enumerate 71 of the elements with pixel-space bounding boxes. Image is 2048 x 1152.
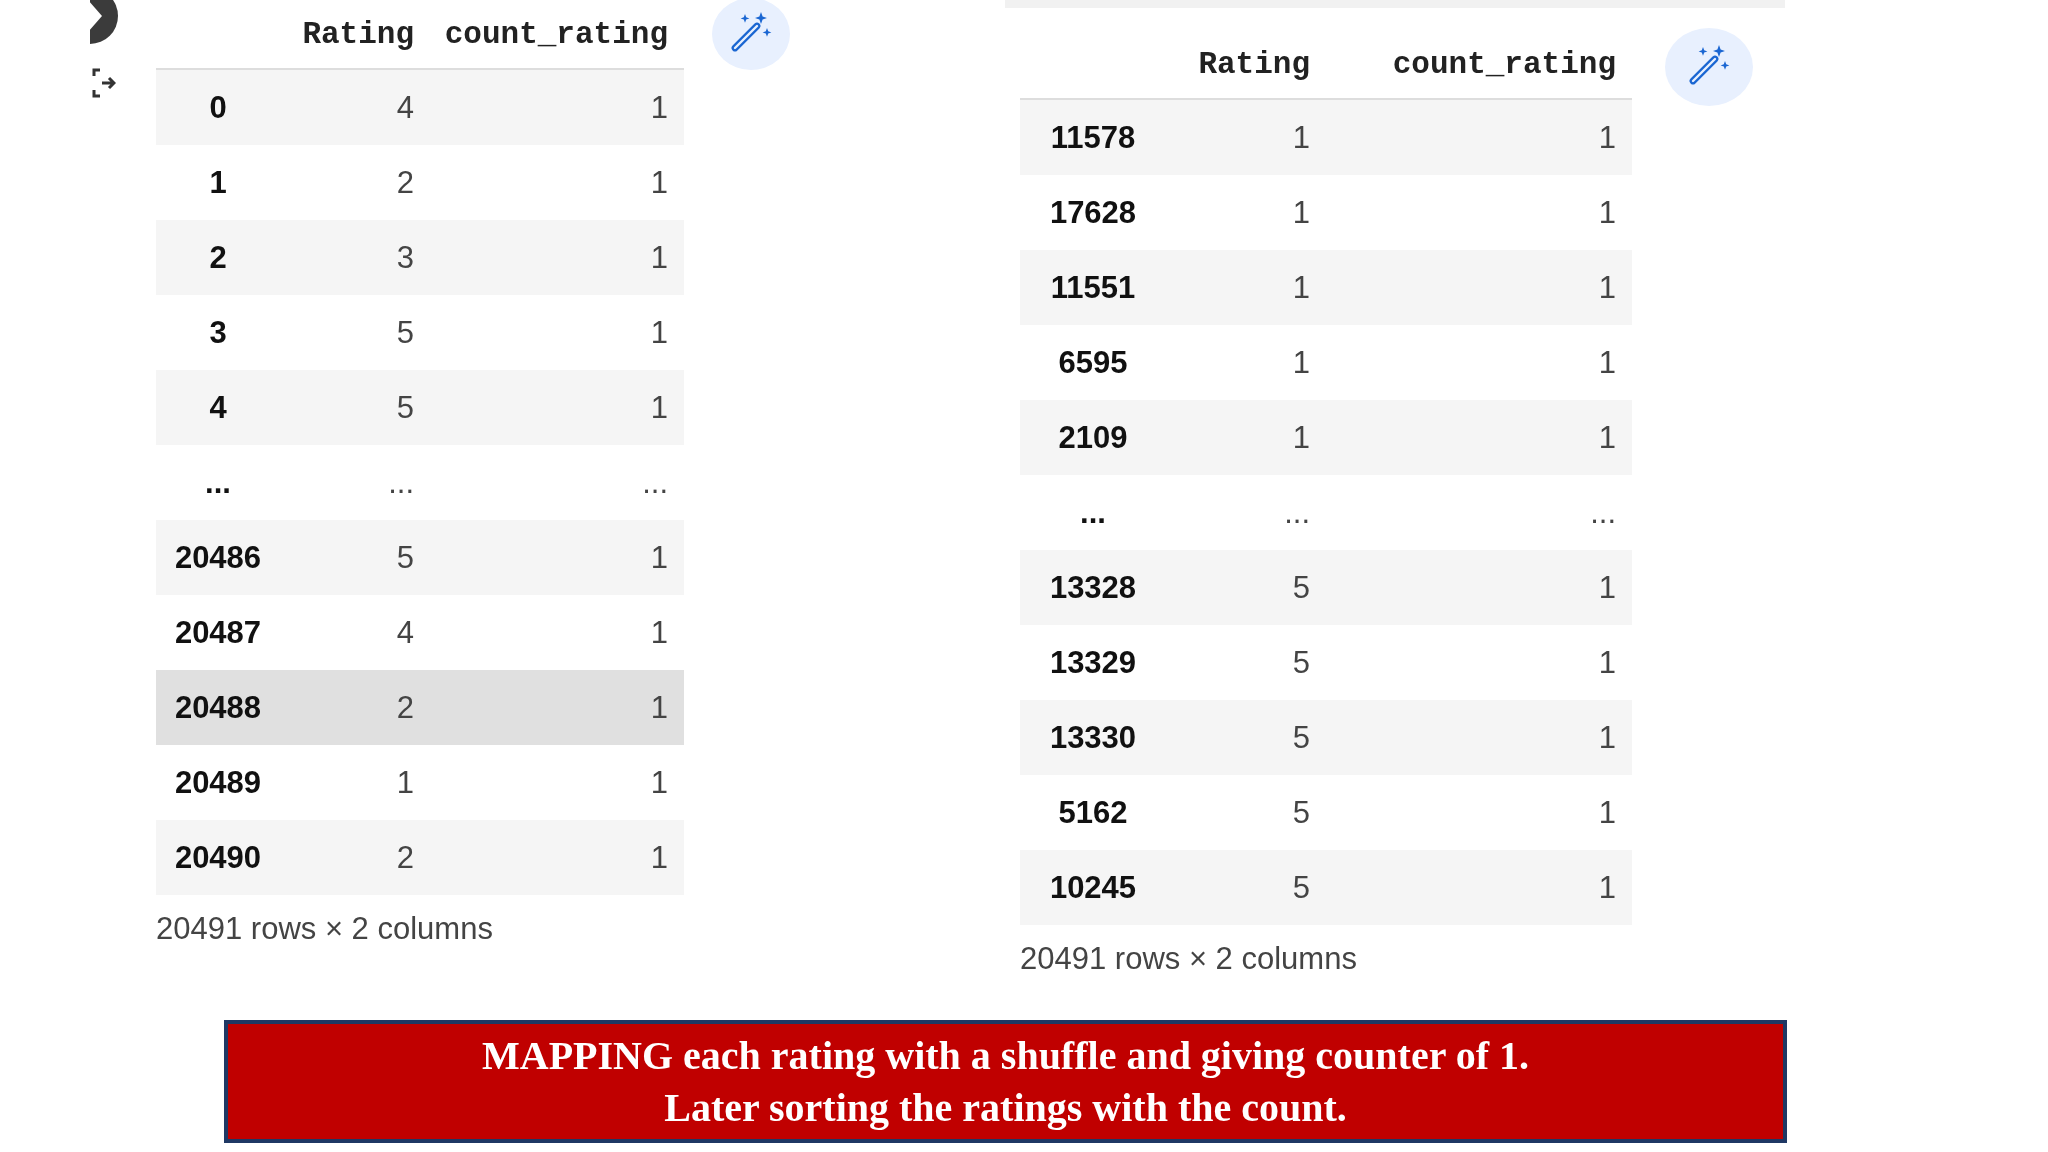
table-cell: 1 xyxy=(1166,250,1326,325)
row-index: 0 xyxy=(156,69,280,145)
row-index: 20487 xyxy=(156,595,280,670)
table-cell: 1 xyxy=(430,520,684,595)
caption-text: MAPPING each rating with a shuffle and giving counter of 1. xyxy=(482,1031,1529,1080)
output-icon xyxy=(92,68,116,98)
table-cell: 1 xyxy=(430,295,684,370)
row-index: 6595 xyxy=(1020,325,1166,400)
table-cell: 1 xyxy=(430,69,684,145)
table-cell: 1 xyxy=(430,595,684,670)
table-cell: 5 xyxy=(1166,700,1326,775)
table-cell: 1 xyxy=(430,820,684,895)
row-index: 13329 xyxy=(1020,625,1166,700)
table-cell: 1 xyxy=(1326,325,1632,400)
table-cell: 1 xyxy=(430,670,684,745)
row-index: 13330 xyxy=(1020,700,1166,775)
row-index: 2109 xyxy=(1020,400,1166,475)
table-cell: 5 xyxy=(280,520,430,595)
row-index: ... xyxy=(156,445,280,520)
table-cell: ... xyxy=(1326,475,1632,550)
table-cell: 1 xyxy=(1326,99,1632,175)
row-index: 13328 xyxy=(1020,550,1166,625)
table-cell: ... xyxy=(430,445,684,520)
table-cell: 1 xyxy=(1326,175,1632,250)
table-cell: 5 xyxy=(1166,850,1326,925)
table-cell: 5 xyxy=(1166,775,1326,850)
row-index: 11551 xyxy=(1020,250,1166,325)
table-cell: 1 xyxy=(1326,250,1632,325)
table-cell: 1 xyxy=(430,220,684,295)
table-cell: 3 xyxy=(280,220,430,295)
table-cell: 5 xyxy=(280,370,430,445)
row-count: 20491 rows × 2 columns xyxy=(156,911,494,947)
table-cell: 1 xyxy=(1326,700,1632,775)
table-cell: ... xyxy=(1166,475,1326,550)
caption-text: Later sorting the ratings with the count. xyxy=(664,1083,1347,1132)
table-cell: 2 xyxy=(280,670,430,745)
row-index: 2 xyxy=(156,220,280,295)
row-index: 20490 xyxy=(156,820,280,895)
row-index: 10245 xyxy=(1020,850,1166,925)
table-cell: 1 xyxy=(280,745,430,820)
row-index: 11578 xyxy=(1020,99,1166,175)
table-cell: 1 xyxy=(1166,400,1326,475)
table-cell: 1 xyxy=(430,145,684,220)
table-cell: 1 xyxy=(1326,400,1632,475)
table-cell: 1 xyxy=(1166,99,1326,175)
row-index: 20486 xyxy=(156,520,280,595)
row-index: 1 xyxy=(156,145,280,220)
row-index: 20489 xyxy=(156,745,280,820)
table-cell: 1 xyxy=(430,745,684,820)
table-cell: 1 xyxy=(1326,625,1632,700)
table-cell: 1 xyxy=(430,370,684,445)
table-cell: 5 xyxy=(280,295,430,370)
row-index: 20488 xyxy=(156,670,280,745)
table-cell: 5 xyxy=(1166,625,1326,700)
row-index: ... xyxy=(1020,475,1166,550)
table-cell: 1 xyxy=(1326,850,1632,925)
table-cell: 1 xyxy=(1166,175,1326,250)
row-index: 17628 xyxy=(1020,175,1166,250)
table-cell: 4 xyxy=(280,595,430,670)
row-index: 4 xyxy=(156,370,280,445)
row-index: 3 xyxy=(156,295,280,370)
table-cell: 2 xyxy=(280,145,430,220)
table-cell: 1 xyxy=(1326,550,1632,625)
row-index: 5162 xyxy=(1020,775,1166,850)
table-cell: 4 xyxy=(280,69,430,145)
table-cell: 1 xyxy=(1166,325,1326,400)
table-cell: ... xyxy=(280,445,430,520)
table-cell: 5 xyxy=(1166,550,1326,625)
table-cell: 2 xyxy=(280,820,430,895)
row-count: 20491 rows × 2 columns xyxy=(1020,941,1358,977)
table-cell: 1 xyxy=(1326,775,1632,850)
